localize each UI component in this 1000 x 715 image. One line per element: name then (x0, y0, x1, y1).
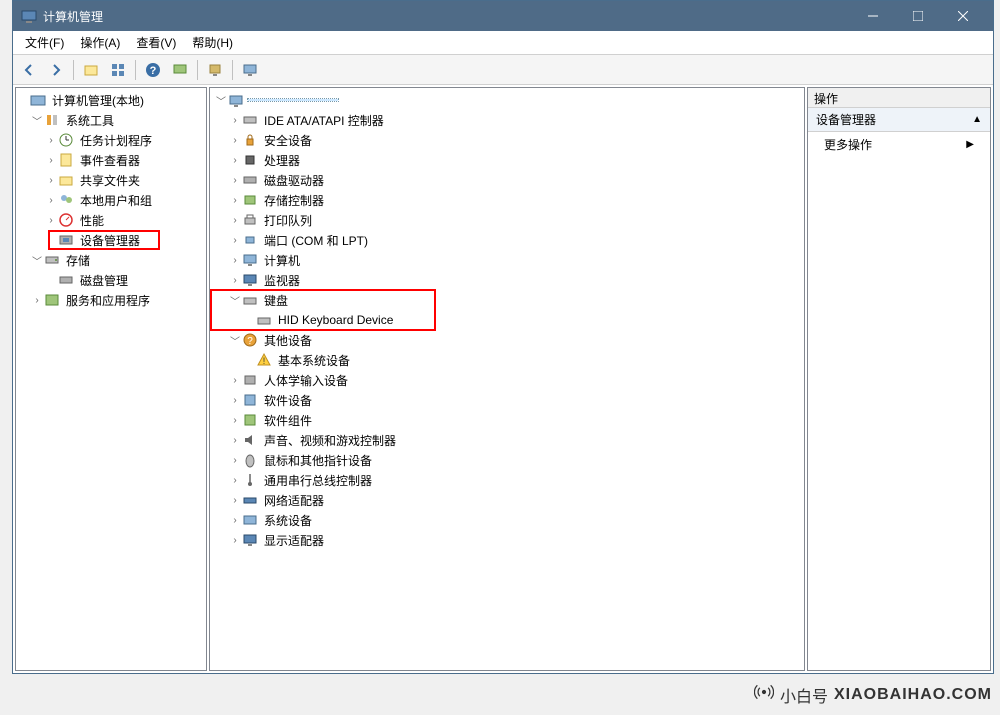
device-processors[interactable]: ›处理器 (210, 150, 804, 170)
device-network[interactable]: ›网络适配器 (210, 490, 804, 510)
tree-storage[interactable]: ﹀存储 (16, 250, 206, 270)
device-usb[interactable]: ›通用串行总线控制器 (210, 470, 804, 490)
window-title: 计算机管理 (43, 8, 103, 25)
svg-text:!: ! (263, 356, 266, 366)
watermark-domain: XIAOBAIHAO.COM (834, 686, 992, 704)
watermark: 小白号 XIAOBAIHAO.COM (754, 682, 992, 707)
menu-view[interactable]: 查看(V) (128, 31, 184, 54)
device-storage-ctrl[interactable]: ›存储控制器 (210, 190, 804, 210)
device-system[interactable]: ›系统设备 (210, 510, 804, 530)
device-root[interactable]: ﹀ (210, 90, 804, 110)
tree-event-viewer[interactable]: ›事件查看器 (16, 150, 206, 170)
tree-services-apps[interactable]: ›服务和应用程序 (16, 290, 206, 310)
device-mice[interactable]: ›鼠标和其他指针设备 (210, 450, 804, 470)
device-hid[interactable]: ›人体学输入设备 (210, 370, 804, 390)
app-icon (21, 8, 37, 24)
titlebar[interactable]: 计算机管理 (13, 1, 993, 31)
tree-task-scheduler[interactable]: ›任务计划程序 (16, 130, 206, 150)
back-button[interactable] (17, 58, 41, 82)
up-button[interactable] (79, 58, 103, 82)
device-sound[interactable]: ›声音、视频和游戏控制器 (210, 430, 804, 450)
device-software-components[interactable]: ›软件组件 (210, 410, 804, 430)
menubar: 文件(F) 操作(A) 查看(V) 帮助(H) (13, 31, 993, 55)
refresh-button[interactable] (203, 58, 227, 82)
actions-more[interactable]: 更多操作▶ (808, 132, 990, 156)
broadcast-icon (754, 682, 774, 707)
device-tree-pane[interactable]: ﹀ ›IDE ATA/ATAPI 控制器 ›安全设备 ›处理器 ›磁盘驱动器 ›… (209, 87, 805, 671)
close-button[interactable] (940, 1, 985, 31)
tree-local-users[interactable]: ›本地用户和组 (16, 190, 206, 210)
toolbar: ? (13, 55, 993, 85)
menu-help[interactable]: 帮助(H) (184, 31, 241, 54)
minimize-button[interactable] (850, 1, 895, 31)
tree-root[interactable]: ▶计算机管理(本地) (16, 90, 206, 110)
device-display[interactable]: ›显示适配器 (210, 530, 804, 550)
actions-pane: 操作 设备管理器▲ 更多操作▶ (807, 87, 991, 671)
device-print-queues[interactable]: ›打印队列 (210, 210, 804, 230)
menu-action[interactable]: 操作(A) (72, 31, 128, 54)
watermark-text: 小白号 (780, 683, 828, 707)
svg-text:?: ? (247, 336, 253, 347)
left-tree-pane[interactable]: ▶计算机管理(本地) ﹀系统工具 ›任务计划程序 ›事件查看器 ›共享文件夹 ›… (15, 87, 207, 671)
tree-shared-folders[interactable]: ›共享文件夹 (16, 170, 206, 190)
device-security[interactable]: ›安全设备 (210, 130, 804, 150)
tree-disk-mgmt[interactable]: 磁盘管理 (16, 270, 206, 290)
device-keyboards[interactable]: ﹀键盘 (210, 290, 804, 310)
scan-button[interactable] (168, 58, 192, 82)
device-software-devices[interactable]: ›软件设备 (210, 390, 804, 410)
view-button[interactable] (106, 58, 130, 82)
device-computer[interactable]: ›计算机 (210, 250, 804, 270)
device-ports[interactable]: ›端口 (COM 和 LPT) (210, 230, 804, 250)
actions-header: 操作 (808, 88, 990, 108)
tree-device-manager[interactable]: ›设备管理器 (16, 230, 206, 250)
device-other[interactable]: ﹀?其他设备 (210, 330, 804, 350)
monitor-button[interactable] (238, 58, 262, 82)
tree-performance[interactable]: ›性能 (16, 210, 206, 230)
actions-section[interactable]: 设备管理器▲ (808, 108, 990, 132)
device-monitors[interactable]: ›监视器 (210, 270, 804, 290)
help-button[interactable]: ? (141, 58, 165, 82)
menu-file[interactable]: 文件(F) (17, 31, 72, 54)
device-ide[interactable]: ›IDE ATA/ATAPI 控制器 (210, 110, 804, 130)
computer-management-window: 计算机管理 文件(F) 操作(A) 查看(V) 帮助(H) ? ▶计算机管理(本… (12, 0, 994, 674)
tree-system-tools[interactable]: ﹀系统工具 (16, 110, 206, 130)
device-hid-keyboard[interactable]: HID Keyboard Device (210, 310, 804, 330)
maximize-button[interactable] (895, 1, 940, 31)
body: ▶计算机管理(本地) ﹀系统工具 ›任务计划程序 ›事件查看器 ›共享文件夹 ›… (13, 85, 993, 673)
forward-button[interactable] (44, 58, 68, 82)
svg-text:?: ? (150, 65, 157, 77)
device-base-system[interactable]: !基本系统设备 (210, 350, 804, 370)
device-disk-drives[interactable]: ›磁盘驱动器 (210, 170, 804, 190)
